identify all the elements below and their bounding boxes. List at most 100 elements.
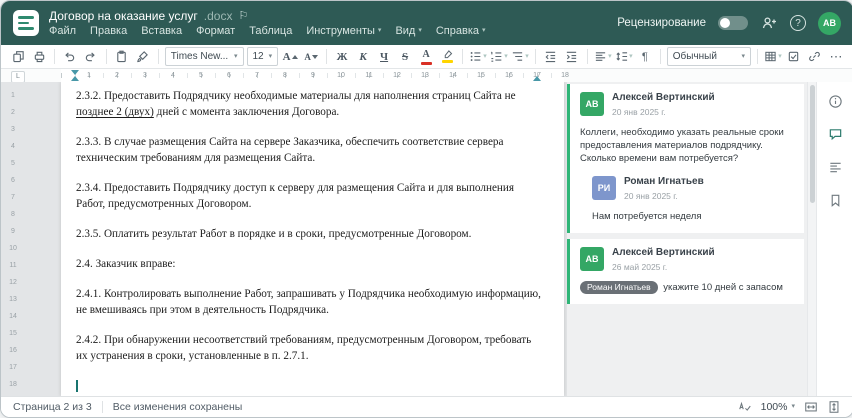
comment-header: АВ Алексей Вертинский 20 янв 2025 г. <box>580 92 794 117</box>
title-bar: Договор на оказание услуг .docx ⚐ Файл П… <box>1 1 852 45</box>
italic-button[interactable]: К <box>354 48 372 66</box>
chevron-down-icon: ▾ <box>629 52 633 60</box>
application-window: Договор на оказание услуг .docx ⚐ Файл П… <box>0 0 852 418</box>
font-color-button[interactable]: А <box>417 48 435 66</box>
ruler-number: 7 <box>11 194 15 201</box>
fit-width-icon[interactable] <box>804 400 818 414</box>
horizontal-ruler-numbers: 1 2 3 4 5 6 7 8 9 10 11 12 13 14 15 16 17 18 <box>61 69 579 82</box>
font-family-select[interactable]: Times New... ▾ <box>164 47 244 66</box>
bookmark-icon[interactable] <box>826 191 844 209</box>
menu-help[interactable]: Справка ▾ <box>436 25 486 37</box>
strikethrough-button[interactable]: S <box>396 48 414 66</box>
bullet-list-icon[interactable]: ▾ <box>469 48 487 66</box>
menu-format[interactable]: Формат <box>196 25 235 37</box>
reply-date: 20 янв 2025 г. <box>624 191 678 201</box>
print-icon[interactable] <box>30 48 48 66</box>
checkbox-content-icon[interactable] <box>785 48 803 66</box>
letter: А <box>304 51 311 62</box>
document-title[interactable]: Договор на оказание услуг <box>49 9 198 23</box>
increase-indent-icon[interactable] <box>563 48 581 66</box>
menu-view[interactable]: Вид ▾ <box>395 25 421 37</box>
line-spacing-icon[interactable]: ▾ <box>615 48 633 66</box>
paste-icon[interactable] <box>113 48 131 66</box>
comments-icon[interactable] <box>826 125 844 143</box>
insert-table-icon[interactable]: ▾ <box>764 48 782 66</box>
comment-text: Коллеги, необходимо указать реальные сро… <box>580 127 784 164</box>
decrease-font-icon[interactable]: А <box>302 48 320 66</box>
review-mode-label: Рецензирование <box>617 17 706 29</box>
ruler-number: 15 <box>477 72 485 79</box>
ruler-number: 2 <box>115 72 119 79</box>
menu-edit[interactable]: Правка <box>90 25 127 37</box>
right-indent-marker[interactable] <box>533 76 541 81</box>
chevron-down-icon: ▾ <box>504 52 508 60</box>
avatar: РИ <box>592 176 616 200</box>
menu-label: Формат <box>196 24 236 37</box>
tab-selector-button[interactable]: L <box>11 70 25 83</box>
menu-tools[interactable]: Инструменты ▾ <box>306 25 381 37</box>
font-color-swatch <box>420 61 432 65</box>
menu-file[interactable]: Файл <box>49 25 76 37</box>
formatting-toolbar: Times New... ▾ 12 ▾ А А Ж К Ч S А ▾ ▾ ▾ … <box>1 45 852 69</box>
letter: А <box>422 48 430 60</box>
menu-label: Инструменты <box>306 24 375 37</box>
ruler-number: 17 <box>9 364 17 371</box>
highlight-color-button[interactable] <box>438 48 456 66</box>
more-tools-button[interactable]: ⋯ <box>827 48 845 66</box>
underline-button[interactable]: Ч <box>375 48 393 66</box>
first-line-indent-marker[interactable] <box>71 70 79 75</box>
comment-thread[interactable]: АВ Алексей Вертинский 26 май 2025 г. Ром… <box>567 239 804 304</box>
app-logo-button[interactable] <box>13 10 39 36</box>
ruler-number: 3 <box>11 126 15 133</box>
insert-link-icon[interactable] <box>806 48 824 66</box>
navigation-icon[interactable] <box>826 158 844 176</box>
nonprinting-characters-icon[interactable]: ¶ <box>636 48 654 66</box>
paragraph-style-select[interactable]: Обычный ▾ <box>666 47 752 66</box>
zoom-select[interactable]: 100% ▾ <box>761 401 795 413</box>
ruler-number: 10 <box>337 72 345 79</box>
scrollbar-thumb[interactable] <box>809 85 815 203</box>
menu-insert[interactable]: Вставка <box>141 25 182 37</box>
comment-date: 20 янв 2025 г. <box>612 107 666 117</box>
align-left-icon[interactable]: ▾ <box>594 48 612 66</box>
chevron-down-icon: ▾ <box>482 26 486 34</box>
document-text: 2.3.2. Предоставить Подрядчику необходим… <box>76 88 542 396</box>
reply-text: Нам потребуется неделя <box>592 211 702 222</box>
favorite-flag-icon[interactable]: ⚐ <box>238 10 248 22</box>
spellcheck-icon[interactable] <box>738 400 752 414</box>
ruler-number: 13 <box>9 296 17 303</box>
copy-icon[interactable] <box>9 48 27 66</box>
numbered-list-icon[interactable]: ▾ <box>490 48 508 66</box>
ruler-number: 12 <box>9 279 17 286</box>
fit-page-icon[interactable] <box>827 400 841 414</box>
collaborators-icon[interactable] <box>760 14 778 32</box>
undo-icon[interactable] <box>61 48 79 66</box>
commented-text[interactable]: позднее 2 (двух) <box>76 106 154 118</box>
menu-bar: Файл Правка Вставка Формат Таблица Инстр… <box>49 25 486 37</box>
review-toggle[interactable] <box>718 16 748 30</box>
page-indicator[interactable]: Страница 2 из 3 <box>13 401 92 413</box>
document-page[interactable]: 2.3.2. Предоставить Подрядчику необходим… <box>61 82 627 396</box>
comment-text-rest: укажите 10 дней с запасом <box>660 282 783 293</box>
format-painter-icon[interactable] <box>134 48 152 66</box>
menu-label: Вставка <box>141 24 183 37</box>
title-block: Договор на оказание услуг .docx ⚐ Файл П… <box>49 9 486 37</box>
redo-icon[interactable] <box>82 48 100 66</box>
hanging-indent-marker[interactable] <box>71 76 79 81</box>
menu-table[interactable]: Таблица <box>249 25 292 37</box>
help-icon[interactable]: ? <box>790 15 806 31</box>
comment-thread[interactable]: АВ Алексей Вертинский 20 янв 2025 г. Кол… <box>567 84 804 233</box>
ruler-number: 16 <box>9 347 17 354</box>
font-size-select[interactable]: 12 ▾ <box>246 47 279 66</box>
comment-author: Алексей Вертинский <box>612 92 715 103</box>
bold-button[interactable]: Ж <box>333 48 351 66</box>
chevron-down-icon: ▾ <box>608 52 612 60</box>
info-icon[interactable] <box>826 92 844 110</box>
ruler-number: 5 <box>11 160 15 167</box>
menu-label: Файл <box>49 24 77 37</box>
increase-font-icon[interactable]: А <box>281 48 299 66</box>
save-status: Все изменения сохранены <box>112 401 243 413</box>
multilevel-list-icon[interactable]: ▾ <box>511 48 529 66</box>
user-avatar[interactable]: АВ <box>818 11 841 35</box>
decrease-indent-icon[interactable] <box>542 48 560 66</box>
